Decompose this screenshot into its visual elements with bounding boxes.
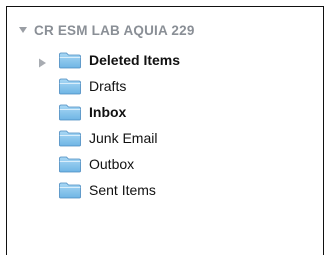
folder-label: Inbox	[89, 104, 127, 120]
folder-icon	[58, 51, 82, 69]
folder-label: Drafts	[89, 78, 127, 94]
account-header[interactable]: CR ESM LAB AQUIA 229	[18, 20, 195, 40]
folder-item-sent-items[interactable]: Sent Items	[7, 177, 323, 203]
folder-icon	[58, 77, 82, 95]
folder-icon	[58, 129, 82, 147]
triangle-down-icon[interactable]	[18, 25, 28, 35]
folder-icon	[58, 181, 82, 199]
folder-item-inbox[interactable]: Inbox	[7, 99, 323, 125]
folder-label: Sent Items	[89, 182, 156, 198]
account-name: CR ESM LAB AQUIA 229	[34, 22, 195, 38]
folder-pane: CR ESM LAB AQUIA 229 Deleted Items Draft…	[6, 6, 324, 255]
triangle-right-icon[interactable]	[38, 55, 47, 68]
folder-item-junk-email[interactable]: Junk Email	[7, 125, 323, 151]
folder-icon	[58, 103, 82, 121]
folder-label: Junk Email	[89, 130, 158, 146]
folder-list: Deleted Items Drafts Inbox Junk Email Ou…	[7, 47, 323, 203]
folder-item-drafts[interactable]: Drafts	[7, 73, 323, 99]
folder-item-outbox[interactable]: Outbox	[7, 151, 323, 177]
folder-icon	[58, 155, 82, 173]
folder-item-deleted-items[interactable]: Deleted Items	[7, 47, 323, 73]
folder-label: Deleted Items	[89, 52, 181, 68]
folder-label: Outbox	[89, 156, 135, 172]
